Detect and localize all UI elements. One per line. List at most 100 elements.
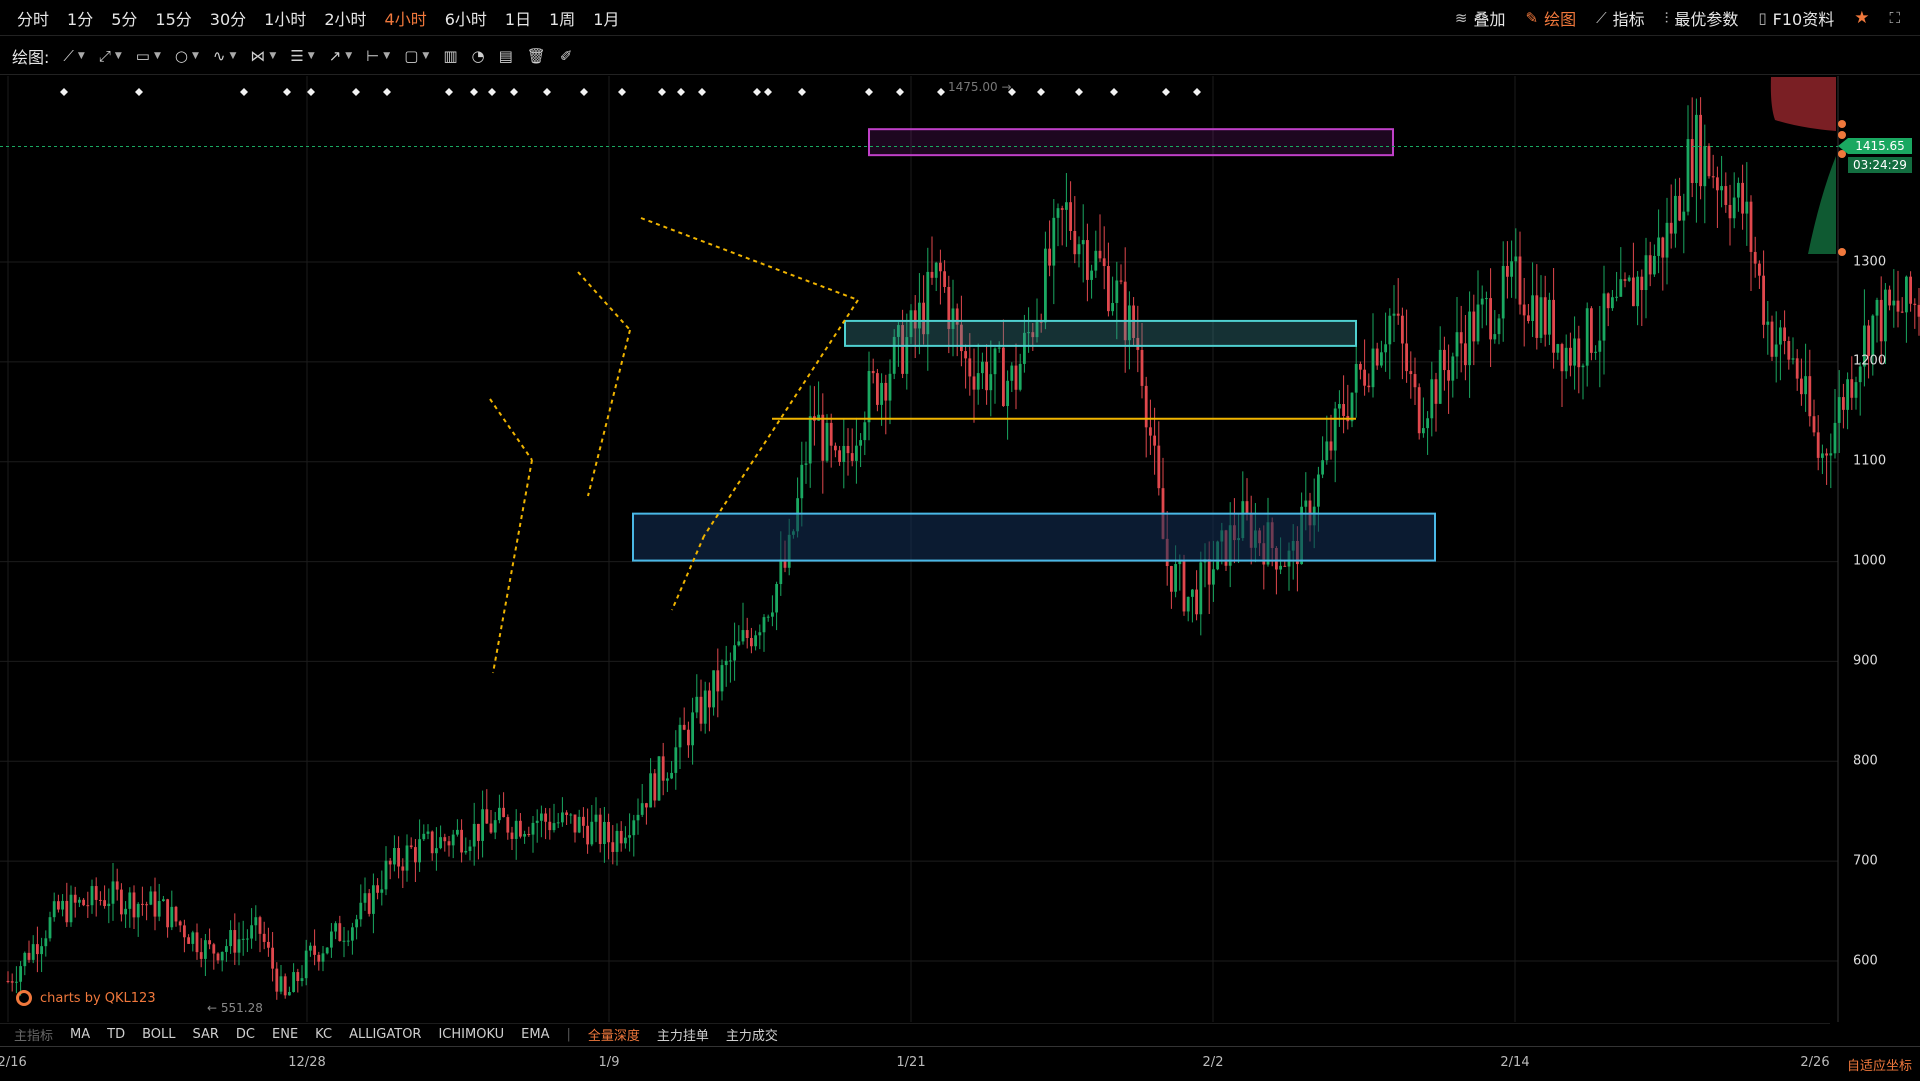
autoscale-button[interactable]: 自适应坐标 — [1847, 1055, 1912, 1074]
indicator-sar[interactable]: SAR — [193, 1027, 219, 1042]
candle-body — [27, 952, 31, 960]
favorite-button[interactable]: ★ — [1854, 8, 1869, 28]
candle-body — [464, 850, 468, 853]
tf-fenshi[interactable]: 分时 — [8, 6, 58, 30]
pattern-tool[interactable]: ⋈ ▼ — [250, 47, 276, 65]
measure-tool[interactable]: ⊢ ▼ — [366, 47, 390, 65]
depth-main-orders[interactable]: 主力挂单 — [657, 1025, 709, 1044]
comment-tool[interactable]: ▢ ▼ — [404, 47, 429, 65]
candle-body — [1384, 344, 1387, 353]
candle-body — [279, 976, 283, 992]
tf-1h[interactable]: 1小时 — [255, 6, 315, 30]
candle-body — [1741, 182, 1744, 214]
f10-button[interactable]: ▯ F10资料 — [1758, 6, 1834, 30]
tf-5m[interactable]: 5分 — [102, 6, 146, 30]
arrow-tool[interactable]: ↗ ▼ — [329, 47, 353, 65]
candle-body — [1560, 344, 1564, 372]
circle-tool[interactable]: ○ ▼ — [175, 47, 199, 65]
tf-4h[interactable]: 4小时 — [376, 6, 436, 30]
candle-body — [1892, 300, 1896, 306]
tf-6h[interactable]: 6小时 — [436, 6, 496, 30]
candle-body — [1060, 208, 1064, 210]
candle-body — [1682, 211, 1686, 221]
hide-drawings-button[interactable]: ✐ — [560, 47, 573, 65]
candle-body — [573, 814, 577, 833]
fibonacci-tool[interactable]: ☰ ▼ — [290, 47, 314, 65]
bar-tool[interactable]: ▥ — [443, 47, 457, 65]
rectangle-tool[interactable]: ▭ ▼ — [136, 47, 161, 65]
candle-body — [258, 917, 262, 934]
indicator-dc[interactable]: DC — [236, 1027, 255, 1042]
zone-resistance — [868, 128, 1394, 157]
main-indicator-label: 主指标 — [14, 1029, 54, 1044]
depth-full[interactable]: 全量深度 — [588, 1025, 640, 1044]
candle-body — [632, 820, 636, 836]
y-tick: 1100 — [1853, 453, 1887, 469]
indicators-button[interactable]: ⟋ 指标 — [1596, 6, 1645, 30]
candle-body — [1010, 365, 1014, 381]
overlay-button[interactable]: ≋ 叠加 — [1455, 6, 1506, 30]
depth-main-trades[interactable]: 主力成交 — [726, 1025, 778, 1044]
indicator-ema[interactable]: EMA — [521, 1027, 549, 1042]
candle-body — [304, 950, 308, 979]
delete-drawings-button[interactable]: 🗑 — [527, 47, 546, 65]
tf-30m[interactable]: 30分 — [201, 6, 255, 30]
wave-tool[interactable]: ∿ ▼ — [213, 47, 237, 65]
tf-1d[interactable]: 1日 — [496, 6, 540, 30]
ray-tool[interactable]: ⤢ ▼ — [99, 47, 122, 65]
candle-body — [376, 885, 379, 893]
candle-body — [720, 665, 724, 692]
indicator-td[interactable]: TD — [107, 1027, 125, 1042]
indicator-kc[interactable]: KC — [315, 1027, 332, 1042]
signal-marker — [580, 88, 588, 96]
candle-body — [1556, 344, 1560, 353]
candle-body — [170, 906, 174, 928]
candle-body — [460, 829, 463, 853]
drawing-toolbar: 绘图: ⟋ ▼ ⤢ ▼ ▭ ▼ ○ ▼ ∿ ▼ ⋈ ▼ ☰ ▼ ↗ ▼ ⊢ ▼ ▢ ▼ ▥ ◔ ▤ … — [0, 37, 1920, 75]
projection-tool[interactable]: ◔ — [472, 47, 485, 65]
indicator-ma[interactable]: MA — [70, 1027, 90, 1042]
candle-body — [855, 445, 858, 461]
candle-body — [57, 901, 60, 910]
trendline-tool[interactable]: ⟋ ▼ — [63, 47, 84, 65]
fullscreen-button[interactable]: ⛶ — [1889, 9, 1900, 27]
tf-2h[interactable]: 2小时 — [315, 6, 375, 30]
candle-body — [1657, 237, 1660, 256]
candle-body — [338, 923, 342, 942]
indicator-alligator[interactable]: ALLIGATOR — [349, 1027, 421, 1042]
candle-body — [1140, 349, 1144, 386]
candle-body — [1879, 299, 1883, 342]
candle-body — [1623, 279, 1627, 281]
indicator-ichimoku[interactable]: ICHIMOKU — [438, 1027, 504, 1042]
draw-button[interactable]: ✎ 绘图 — [1525, 6, 1576, 30]
chevron-down-icon: ▼ — [191, 50, 199, 61]
candle-body — [607, 821, 610, 843]
chart-canvas[interactable] — [0, 76, 1920, 1026]
candle-body — [531, 822, 535, 835]
candle-body — [1888, 289, 1891, 306]
tf-1mo[interactable]: 1月 — [584, 6, 628, 30]
candle-body — [506, 817, 510, 833]
candle-body — [355, 919, 358, 928]
low-marker-label: ← 551.28 — [207, 1001, 263, 1015]
candle-body — [1833, 422, 1837, 454]
candle-body — [884, 382, 888, 401]
signal-marker — [865, 88, 873, 96]
best-params-button[interactable]: ⫶ 最优参数 — [1665, 6, 1739, 30]
indicator-ene[interactable]: ENE — [272, 1027, 298, 1042]
candle-body — [405, 845, 409, 871]
candle-body — [1006, 380, 1009, 407]
candle-body — [1354, 363, 1358, 393]
candle-body — [149, 891, 153, 905]
tf-15m[interactable]: 15分 — [146, 6, 200, 30]
indicator-boll[interactable]: BOLL — [142, 1027, 175, 1042]
candle-body — [283, 976, 287, 996]
candle-body — [1304, 500, 1308, 507]
high-marker-value: 1475.00 — [948, 80, 998, 94]
tf-1w[interactable]: 1周 — [540, 6, 584, 30]
price-chart[interactable] — [0, 76, 1920, 1026]
volume-profile-tool[interactable]: ▤ — [499, 47, 513, 65]
candle-body — [1501, 265, 1505, 319]
tf-1m[interactable]: 1分 — [58, 6, 102, 30]
candle-body — [598, 814, 602, 844]
